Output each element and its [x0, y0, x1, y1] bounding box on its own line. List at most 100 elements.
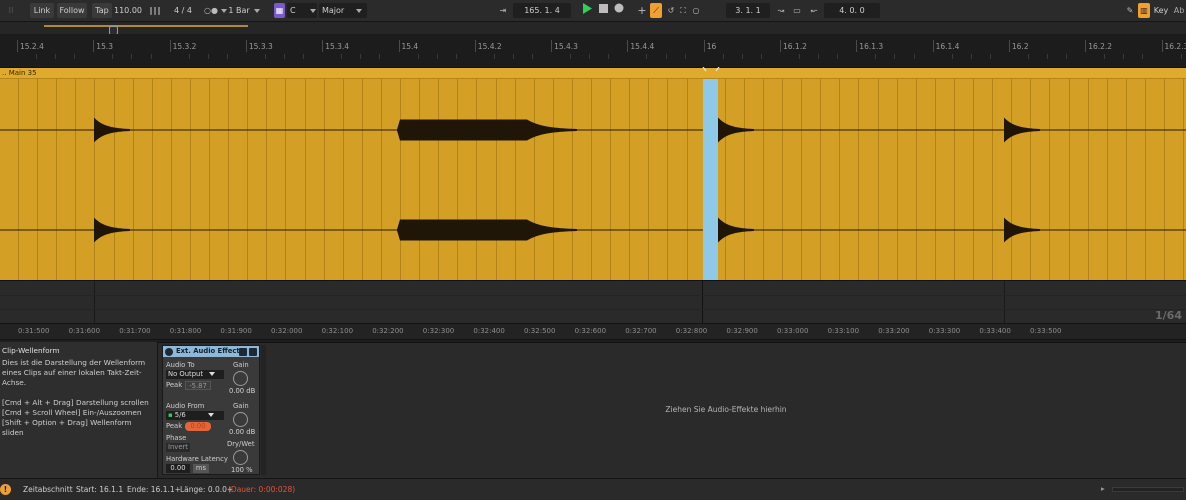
latency-unit-toggle[interactable]: ms — [193, 464, 209, 473]
tempo-field[interactable]: 110.00 — [114, 3, 142, 18]
gain-value-return: 0.00 dB — [229, 428, 256, 436]
ruler-minor-tick — [646, 54, 648, 59]
device-name: Ext. Audio Effect — [176, 347, 240, 355]
audio-from-select[interactable]: ▪ 5/6 — [166, 411, 224, 420]
metronome-menu-icon[interactable] — [221, 3, 227, 18]
time-ruler-label: 0:32:100 — [321, 327, 354, 335]
audio-to-select[interactable]: No Output — [166, 370, 224, 379]
automation-arm-icon[interactable]: ⟋ — [650, 3, 662, 18]
play-icon — [583, 3, 592, 14]
scale-select[interactable]: Major — [319, 3, 367, 18]
ruler-bar-tick — [1161, 40, 1163, 52]
ruler-minor-tick — [894, 54, 896, 59]
gain-knob-send[interactable] — [233, 371, 248, 386]
time-ruler-label: 0:32:900 — [726, 327, 758, 335]
ruler-minor-tick — [665, 54, 667, 59]
ruler-bar-tick — [474, 40, 476, 52]
quantize-select[interactable]: 1 Bar — [228, 3, 260, 18]
session-record-icon[interactable]: ○ — [691, 3, 701, 18]
reenable-automation-icon[interactable]: ↺ — [666, 3, 676, 18]
device-title-bar[interactable]: Ext. Audio Effect — [163, 346, 259, 357]
arrangement-position-field[interactable]: 165. 1. 4 — [513, 3, 571, 18]
ruler-minor-tick — [799, 54, 801, 59]
info-toggle-icon[interactable]: ! — [0, 484, 11, 495]
device-hotswap-icon[interactable] — [239, 347, 247, 356]
link-button[interactable]: Link — [30, 3, 54, 18]
device-power-icon[interactable] — [165, 347, 173, 356]
beat-time-ruler[interactable]: 15.2.4 15.3 15.3.2 15.3.3 15.3.4 15.4 15.4.2 15… — [0, 34, 1186, 68]
loop-length-field[interactable]: 4. 0. 0 — [824, 3, 880, 18]
ruler-bar-tick — [322, 40, 324, 52]
ruler-minor-tick — [1027, 54, 1029, 59]
ruler-minor-tick — [512, 54, 514, 59]
status-end: Ende: 16.1.1+ — [127, 485, 181, 494]
hardware-latency-field[interactable]: 0.00 — [166, 464, 190, 473]
clip-title-bar[interactable]: .. Main 35 — [0, 68, 1186, 79]
time-selection-highlight[interactable] — [703, 79, 718, 280]
automation-lane[interactable] — [0, 280, 1186, 326]
clip-waveform-area[interactable]: .. Main 35 — [0, 68, 1186, 280]
scale-mode-icon[interactable]: ▦ — [274, 3, 285, 18]
time-ruler-label: 0:32:700 — [625, 327, 657, 335]
audio-from-label: Audio From — [166, 402, 205, 410]
ableton-window: ⁝⁝ Link Follow Tap 110.00 ∥∥∥ 4 / 4 ○● 1… — [0, 0, 1186, 500]
loop-switch-icon[interactable]: ▭ — [790, 3, 804, 18]
gain-knob-return[interactable] — [233, 412, 248, 427]
time-ruler-label: 0:31:600 — [68, 327, 101, 335]
invert-button[interactable]: Invert — [166, 443, 190, 452]
follow-arrow-icon[interactable]: ⇥ — [497, 3, 509, 18]
ruler-bar-label: 16.2.2 — [1088, 42, 1113, 51]
gain-label-send: Gain — [233, 361, 249, 369]
metronome-icon[interactable]: ○● — [202, 3, 220, 18]
playhead-marker-icon[interactable] — [702, 65, 720, 72]
ruler-minor-tick — [264, 54, 266, 59]
tap-button[interactable]: Tap — [92, 3, 112, 18]
drywet-label: Dry/Wet — [227, 440, 255, 448]
waveform-sustained — [397, 219, 577, 241]
loop-start-field[interactable]: 3. 1. 1 — [726, 3, 770, 18]
info-description: Dies ist die Darstellung der Wellenform … — [2, 358, 146, 387]
gain-label-return: Gain — [233, 402, 249, 410]
time-ruler-label: 0:32:400 — [473, 327, 505, 335]
device-save-icon[interactable] — [249, 347, 257, 356]
drywet-knob[interactable] — [233, 450, 248, 465]
punch-in-icon[interactable]: ↝ — [775, 3, 787, 18]
ruler-minor-tick — [284, 54, 286, 59]
stop-button[interactable] — [598, 3, 609, 18]
capture-icon[interactable]: ⛶ — [678, 3, 688, 18]
time-ruler-label: 0:32:800 — [675, 327, 708, 335]
time-ruler-label: 0:33:200 — [878, 327, 910, 335]
ruler-minor-tick — [1104, 54, 1106, 59]
status-arrow-icon[interactable]: ▸ — [1101, 484, 1105, 493]
audio-effect-drop-zone[interactable]: Ziehen Sie Audio-Effekte hierhin — [266, 345, 1186, 475]
ruler-minor-tick — [55, 54, 57, 59]
ext-audio-effect-device[interactable]: Ext. Audio Effect Audio To No Output Pea… — [162, 345, 260, 475]
midi-map-button[interactable]: Ab — [1172, 3, 1186, 18]
ruler-minor-tick — [303, 54, 305, 59]
time-ruler-label: 0:31:700 — [119, 327, 151, 335]
key-root-value: C — [290, 6, 296, 15]
record-button[interactable] — [613, 3, 625, 18]
play-button[interactable] — [581, 3, 593, 18]
ruler-bar-tick — [856, 40, 858, 52]
punch-out-icon[interactable]: ↜ — [808, 3, 820, 18]
draw-mode-icon[interactable]: ✎ — [1125, 3, 1135, 18]
overdub-plus-icon[interactable]: + — [637, 3, 647, 18]
overview-clip-range — [44, 25, 248, 27]
ruler-minor-tick — [150, 54, 152, 59]
midi-map-icon[interactable]: ▥ — [1138, 3, 1150, 18]
ruler-minor-tick — [188, 54, 190, 59]
ruler-bar-label: 16.2.3 — [1164, 42, 1186, 51]
follow-button[interactable]: Follow — [57, 3, 87, 18]
key-root-select[interactable]: C — [287, 3, 317, 18]
nudge-icon[interactable]: ∥∥∥ — [144, 3, 166, 18]
time-signature-field[interactable]: 4 / 4 — [170, 3, 196, 18]
quantize-value: 1 Bar — [228, 6, 250, 15]
clip-name: Main 35 — [8, 69, 37, 77]
waveform-transient — [718, 117, 754, 143]
gain-value-send: 0.00 dB — [229, 387, 256, 395]
record-icon — [614, 3, 624, 13]
seconds-time-ruler[interactable]: 0:31:500 0:31:600 0:31:700 0:31:800 0:31:900… — [0, 323, 1186, 340]
key-map-button[interactable]: Key — [1152, 3, 1170, 18]
arrangement-overview[interactable] — [0, 22, 1186, 35]
